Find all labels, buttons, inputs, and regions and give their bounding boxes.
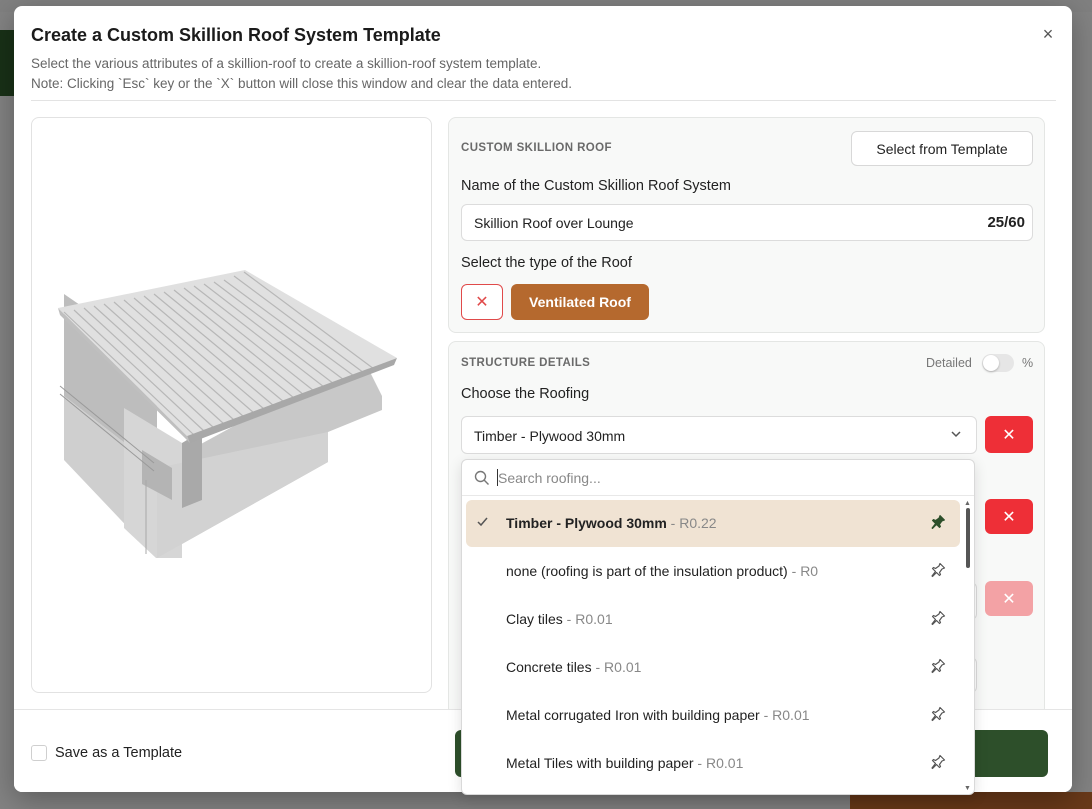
roofing-option-label: Clay tiles - R0.01 [506,611,613,627]
roofing-option-label: Timber - Plywood 30mm - R0.22 [506,515,717,531]
roofing-option-rvalue: R0.01 [604,659,642,675]
clear-roof-type-button[interactable]: ✕ [461,284,503,320]
roofing-dropdown: Search roofing... Timber - Plywood 30mm … [461,459,975,795]
detailed-toggle[interactable] [982,354,1014,372]
pin-icon[interactable] [930,658,946,677]
check-icon [476,515,489,531]
chevron-down-icon [950,428,962,443]
remove-roofing-button[interactable]: ✕ [985,416,1033,453]
search-icon [474,470,490,491]
roofing-option-rvalue: R0.01 [575,611,613,627]
option-separator: - [562,611,576,627]
percent-label: % [1022,356,1034,370]
scrollbar-thumb[interactable] [966,508,970,568]
roofing-option-rvalue: R0.22 [679,515,717,531]
roofing-option[interactable]: Metal Tiles with building paper - R0.01 [466,740,960,787]
ventilated-roof-chip[interactable]: Ventilated Roof [511,284,649,320]
select-from-template-button[interactable]: Select from Template [851,131,1033,166]
option-separator: - [693,755,706,771]
modal-title: Create a Custom Skillion Roof System Tem… [31,25,441,45]
detailed-toggle-label: Detailed [926,356,972,370]
roofing-option-name: Metal corrugated Iron with building pape… [506,707,760,723]
roof-type-label: Select the type of the Roof [461,255,632,271]
pin-icon[interactable] [930,562,946,581]
pin-icon[interactable] [930,706,946,725]
name-field-label: Name of the Custom Skillion Roof System [461,178,731,194]
roofing-option[interactable]: Timber - Plywood 30mm - R0.22 [466,500,960,547]
modal-note-line: Note: Clicking `Esc` key or the `X` butt… [31,76,573,91]
section-label: STRUCTURE DETAILS [461,357,591,369]
custom-skillion-roof-panel: CUSTOM SKILLION ROOF Select from Templat… [448,117,1045,333]
roofing-option-name: Clay tiles [506,611,563,627]
option-separator: - [591,659,605,675]
primary-action-button[interactable] [970,730,1048,777]
scroll-up-icon[interactable]: ▲ [964,500,971,507]
roofing-option-label: none (roofing is part of the insulation … [506,563,818,579]
roofing-option[interactable]: Clay tiles - R0.01 [466,596,960,643]
remove-layer-button[interactable]: ✕ [985,499,1033,534]
character-count: 25/60 [987,214,1025,231]
roof-name-value: Skillion Roof over Lounge [474,215,634,231]
roof-model-illustration [58,270,397,558]
roofing-option-label: Metal corrugated Iron with building pape… [506,707,810,723]
roofing-option-rvalue: R0 [800,563,819,579]
roofing-option-name: Timber - Plywood 30mm [506,515,667,531]
scroll-down-icon[interactable]: ▼ [964,785,971,792]
dropdown-scrollbar[interactable]: ▲ ▼ [964,500,972,792]
divider [31,100,1056,101]
modal-description: Select the various attributes of a skill… [31,54,572,94]
roofing-option-name: Concrete tiles [506,659,592,675]
close-icon[interactable]: × [1038,24,1058,44]
roofing-option[interactable]: none (roofing is part of the insulation … [466,548,960,595]
pin-icon[interactable] [930,754,946,773]
pin-icon[interactable] [930,610,946,629]
search-placeholder: Search roofing... [498,470,601,486]
roofing-select[interactable]: Timber - Plywood 30mm [461,416,977,454]
roofing-option-label: Concrete tiles - R0.01 [506,659,641,675]
roof-3d-preview[interactable] [31,117,432,693]
modal-description-line: Select the various attributes of a skill… [31,56,542,71]
roofing-option[interactable]: Concrete tiles - R0.01 [466,644,960,691]
roofing-search[interactable]: Search roofing... [462,460,974,496]
remove-layer-button-disabled[interactable]: ✕ [985,581,1033,616]
option-separator: - [759,707,773,723]
section-label: CUSTOM SKILLION ROOF [461,142,612,154]
pin-filled-icon[interactable] [930,514,946,533]
roofing-selected-value: Timber - Plywood 30mm [474,428,626,444]
roofing-label: Choose the Roofing [461,386,590,402]
option-separator: - [666,515,680,531]
roofing-option[interactable]: Metal corrugated Iron with building pape… [466,692,960,739]
roofing-option-rvalue: R0.01 [772,707,810,723]
roofing-option-name: Metal Tiles with building paper [506,755,694,771]
roofing-option-rvalue: R0.01 [706,755,744,771]
save-as-template-label[interactable]: Save as a Template [55,745,182,761]
save-as-template-checkbox[interactable] [31,745,47,761]
roof-name-input[interactable]: Skillion Roof over Lounge 25/60 [461,204,1033,241]
option-separator: - [787,563,801,579]
roofing-option-name: none (roofing is part of the insulation … [506,563,788,579]
roofing-option-label: Metal Tiles with building paper - R0.01 [506,755,743,771]
